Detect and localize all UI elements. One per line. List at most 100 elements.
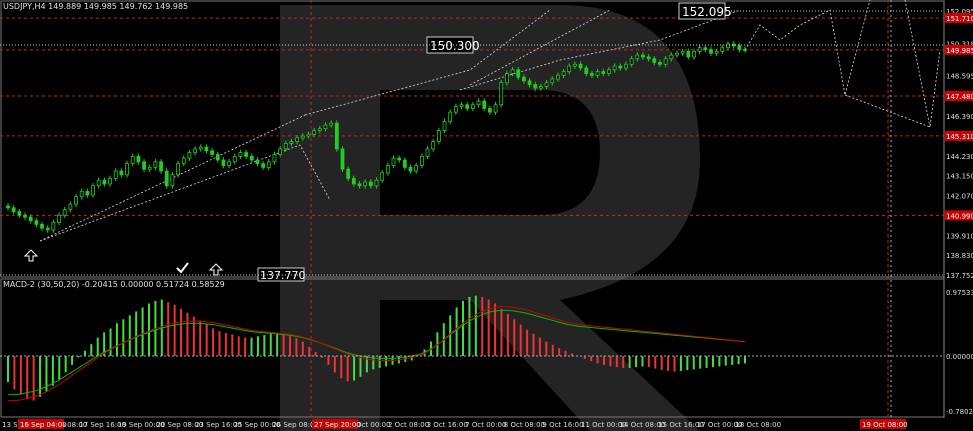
candle [255,157,260,167]
candle [153,159,158,171]
projection-line-d [744,0,871,96]
candle [493,102,498,115]
candle [680,48,685,57]
candle [17,208,22,218]
time-tag-label: 27 Sep 20:00 [314,421,361,429]
candle [34,217,39,228]
price-tick-label: 137.752 [946,272,973,280]
candle [159,159,163,174]
candle [57,212,61,226]
candle [340,146,345,172]
candle [170,171,175,189]
candle [136,153,141,165]
candle [380,170,385,184]
candle [193,146,197,156]
candle [6,203,10,211]
candle [215,151,220,163]
candle [408,164,413,174]
time-tick-label: 18 Oct 08:00 [735,421,781,429]
candle [221,157,226,169]
candle [419,153,424,169]
candle [391,155,396,169]
candle [198,144,203,152]
candle [385,162,390,176]
check-icon [176,262,189,274]
candle [476,98,481,108]
candle [249,153,254,163]
candle [204,144,209,154]
candle [448,109,453,125]
level-label-low[interactable]: 137.770 [257,267,306,282]
price-chart: 152.095 150.300 137.770 USDJPY,H4 149.88… [0,0,973,431]
candle [164,168,169,189]
candle [487,105,492,115]
candle [425,146,430,160]
candle [675,50,679,58]
candle [11,205,16,215]
candle [181,155,186,167]
candle [23,212,27,220]
candle [125,160,129,178]
time-tick-label: 2 Oct 08:00 [388,421,429,429]
price-tick-label: 151.710 [946,15,973,23]
candle [709,46,713,57]
candle [266,159,271,171]
candle [726,41,730,51]
level-label-high[interactable]: 152.095 [678,2,732,20]
candle [737,43,742,53]
price-axis: 152.095151.710150.318149.985148.595147.4… [945,8,973,280]
candle [334,120,339,152]
macd-title: MACD-2 (30,50,20) -0.20415 0.00000 0.517… [3,280,225,289]
price-tick-label: 138.830 [946,252,973,260]
candle [113,168,118,182]
candle [244,149,249,160]
candle [85,188,90,198]
time-tag-label: 16 Sep 04:00 [20,421,67,429]
candle [686,48,691,60]
candle [130,153,135,167]
candle [459,102,464,110]
time-tag-label: 19 Oct 08:00 [862,421,908,429]
candle [102,177,107,187]
macd-tick-label: 0.97533 [946,289,973,297]
candle [232,153,237,165]
price-tick-label: 142.070 [946,193,973,201]
candle [40,221,44,231]
up-arrow-icon-2 [208,263,224,276]
candle [470,102,475,112]
candle [91,183,95,198]
candle [453,103,458,115]
chart-title: USDJPY,H4 149.889 149.985 149.762 149.98… [3,2,188,11]
candle [108,175,112,187]
time-tick-label: 8 Oct 08:00 [504,421,545,429]
price-tick-label: 147.480 [946,93,973,101]
projection-line-e [844,49,941,128]
candle [414,162,419,174]
projection-line-f [904,0,931,128]
candle [482,98,487,112]
candle [68,201,73,213]
price-tick-label: 146.390 [946,113,973,121]
candle [431,138,436,152]
candle [499,79,504,108]
price-tick-label: 139.910 [946,232,973,240]
candle [74,194,78,207]
price-tick-label: 140.990 [946,212,973,220]
candle [147,164,152,172]
price-tick-label: 144.230 [946,153,973,161]
time-tick-label: 3 Oct 16:00 [427,421,468,429]
svg-text:152.095: 152.095 [682,5,732,19]
time-tick-label: 9 Oct 16:00 [542,421,583,429]
macd-tick-label: -0.78029 [946,408,973,416]
up-arrow-icon [23,249,39,262]
macd-axis: 0.97533 0.00000 -0.78029 [946,289,973,416]
candle [227,159,232,169]
price-tick-label: 145.310 [946,133,973,141]
candle [465,102,470,112]
price-tick-label: 143.150 [946,173,973,181]
candle [79,188,84,200]
time-tick-label: 7 Oct 00:00 [465,421,506,429]
candle [703,44,708,53]
macd-tick-label: 0.00000 [946,353,973,361]
candle [743,46,747,53]
